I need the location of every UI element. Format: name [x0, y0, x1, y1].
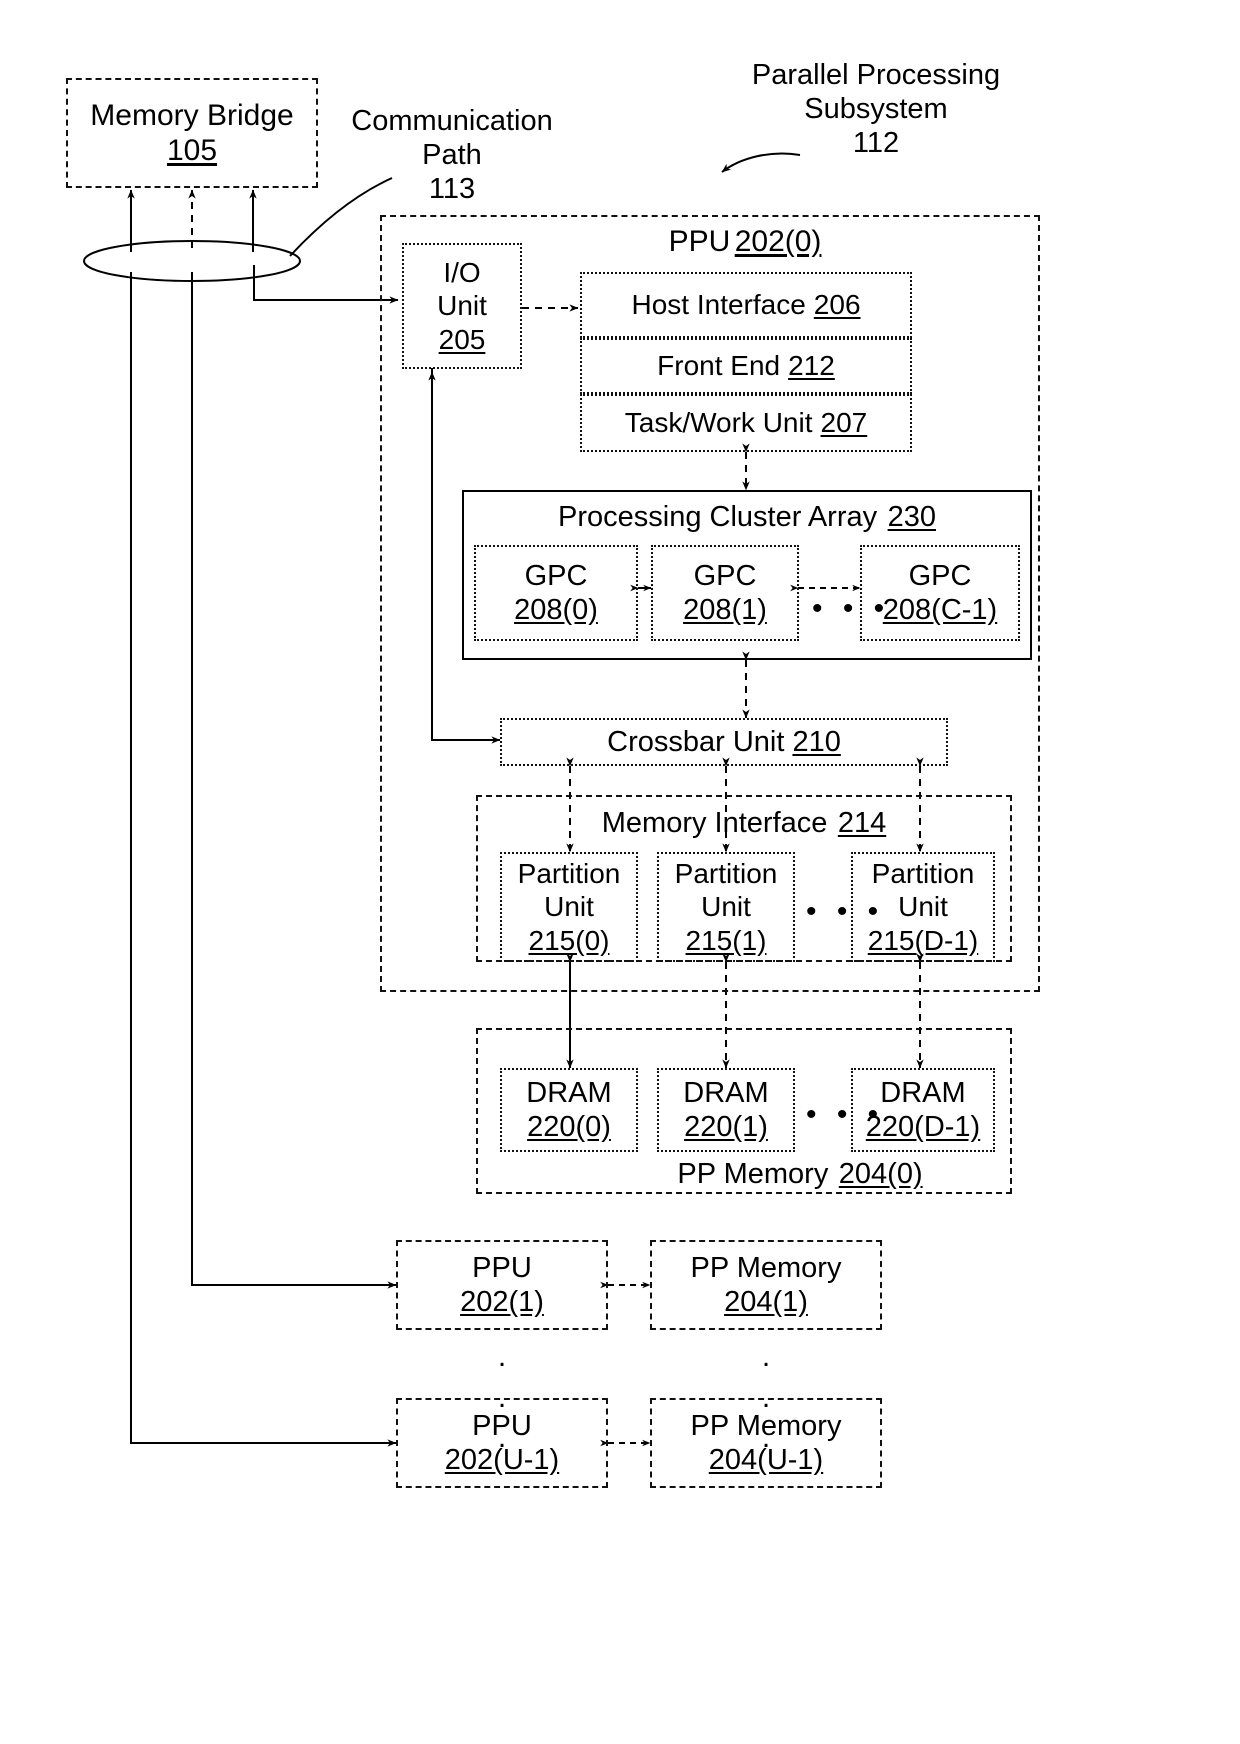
ppu-n-label: PPU: [472, 1409, 532, 1442]
pp-memory-1-box[interactable]: PP Memory 204(1): [650, 1240, 882, 1330]
ppu-n-ref: 202(U-1): [444, 1444, 560, 1476]
ppu-0-title: PPU 202(0): [600, 224, 890, 261]
memory-bridge-ref: 105: [166, 134, 218, 167]
gpc-0-ref: 208(0): [514, 594, 598, 626]
pp-memory-0-title: PP Memory 204(0): [600, 1157, 1000, 1192]
memory-interface-ref: 214: [837, 807, 887, 839]
io-unit-ref: 205: [438, 323, 486, 355]
task-work-unit-ref: 207: [820, 407, 868, 438]
pp-memory-1-label: PP Memory: [690, 1251, 842, 1284]
dram-box-0[interactable]: DRAM 220(0): [500, 1068, 638, 1152]
partition-unit-0-line1: Partition: [517, 858, 621, 890]
processing-cluster-array-title: Processing Cluster Array 230: [472, 500, 1022, 535]
gpc-1-label: GPC: [693, 559, 757, 592]
partition-unit-1-line2: Unit: [701, 891, 751, 923]
figure-canvas: Memory Bridge 105 Communication Path 113…: [0, 0, 1240, 1744]
partition-unit-box-0[interactable]: Partition Unit 215(0): [500, 852, 638, 962]
crossbar-unit-label: Crossbar Unit: [607, 725, 785, 758]
gpc-box-1[interactable]: GPC 208(1): [651, 545, 799, 641]
memory-bridge-label: Memory Bridge: [90, 98, 294, 132]
communication-path-annotation: Communication Path 113: [332, 104, 572, 207]
gpc-2-ref: 208(C-1): [882, 594, 998, 626]
crossbar-unit-box[interactable]: Crossbar Unit 210: [500, 718, 948, 766]
ppu-1-ref: 202(1): [460, 1286, 544, 1318]
task-work-unit-label: Task/Work Unit: [624, 407, 813, 438]
partition-unit-box-2[interactable]: Partition Unit 215(D-1): [851, 852, 995, 962]
dram-0-ref: 220(0): [527, 1111, 611, 1143]
pp-memory-n-box[interactable]: PP Memory 204(U-1): [650, 1398, 882, 1488]
pps-line1: Parallel Processing: [751, 59, 1001, 91]
host-interface-label: Host Interface: [631, 289, 806, 320]
front-end-ref: 212: [788, 350, 835, 381]
ppu-1-label: PPU: [472, 1251, 532, 1284]
pp-memory-n-ref: 204(U-1): [708, 1444, 824, 1476]
pp-memory-0-label: PP Memory: [677, 1158, 829, 1190]
ppu-0-name: PPU: [668, 225, 731, 258]
partition-unit-1-ref: 215(1): [685, 924, 767, 956]
io-unit-box[interactable]: I/O Unit 205: [402, 243, 522, 369]
gpc-box-2[interactable]: GPC 208(C-1): [860, 545, 1020, 641]
task-work-unit-box[interactable]: Task/Work Unit 207: [580, 394, 912, 452]
crossbar-unit-ref: 210: [792, 725, 841, 758]
bus-ellipse: [83, 240, 301, 282]
ppu-vdot-1: .: [497, 1340, 507, 1373]
pp-memory-1-ref: 204(1): [724, 1286, 808, 1318]
processing-cluster-array-label: Processing Cluster Array: [558, 501, 878, 533]
ppu-n-box[interactable]: PPU 202(U-1): [396, 1398, 608, 1488]
partition-unit-2-line1: Partition: [871, 858, 975, 890]
communication-path-line1: Communication: [351, 105, 553, 137]
dram-box-2[interactable]: DRAM 220(D-1): [851, 1068, 995, 1152]
dram-2-ref: 220(D-1): [865, 1111, 981, 1143]
front-end-box[interactable]: Front End 212: [580, 338, 912, 394]
memory-interface-label: Memory Interface: [601, 807, 828, 839]
gpc-2-label: GPC: [908, 559, 972, 592]
host-interface-ref: 206: [813, 289, 861, 320]
dram-2-label: DRAM: [880, 1076, 966, 1109]
bus-to-ppun: [130, 272, 397, 1447]
bus-to-ppu1: [191, 272, 397, 1289]
communication-path-ref: 113: [428, 173, 476, 206]
dram-0-label: DRAM: [526, 1076, 612, 1109]
processing-cluster-array-ref: 230: [887, 501, 936, 533]
pp-memory-0-ref: 204(0): [838, 1158, 923, 1190]
partition-unit-box-1[interactable]: Partition Unit 215(1): [657, 852, 795, 962]
communication-path-line2: Path: [422, 139, 482, 172]
front-end-label: Front End: [657, 350, 781, 381]
gpc-1-ref: 208(1): [683, 594, 767, 626]
dram-1-label: DRAM: [683, 1076, 769, 1109]
memory-bridge-box[interactable]: Memory Bridge 105: [66, 78, 318, 188]
dram-1-ref: 220(1): [684, 1111, 768, 1143]
dram-box-1[interactable]: DRAM 220(1): [657, 1068, 795, 1152]
partition-unit-1-line1: Partition: [674, 858, 778, 890]
gpc-box-0[interactable]: GPC 208(0): [474, 545, 638, 641]
io-unit-line2: Unit: [437, 290, 487, 322]
partition-unit-0-ref: 215(0): [528, 924, 610, 956]
partition-unit-0-line2: Unit: [544, 891, 594, 923]
pp-memory-n-label: PP Memory: [690, 1409, 842, 1442]
pps-annotation: Parallel Processing Subsystem 112: [716, 58, 1036, 161]
ppu-0-ref: 202(0): [734, 225, 822, 258]
ppu-1-box[interactable]: PPU 202(1): [396, 1240, 608, 1330]
host-interface-box[interactable]: Host Interface 206: [580, 272, 912, 338]
io-unit-line1: I/O: [443, 257, 481, 289]
partition-unit-2-ref: 215(D-1): [867, 924, 979, 956]
gpc-0-label: GPC: [524, 559, 588, 592]
ppmem-vdot-1: .: [761, 1340, 771, 1373]
bus-to-io-line: [253, 265, 399, 304]
pps-line2: Subsystem: [804, 93, 948, 126]
pps-ref: 112: [852, 127, 900, 160]
partition-unit-2-line2: Unit: [898, 891, 948, 923]
memory-interface-title: Memory Interface 214: [486, 806, 1002, 841]
